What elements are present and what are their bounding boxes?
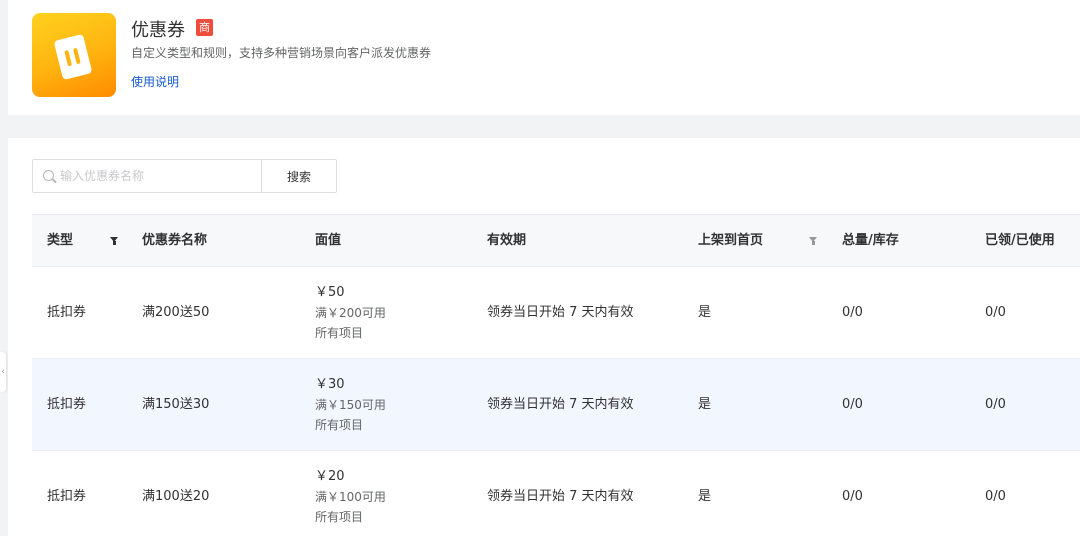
cell-value: ￥30 满￥150可用 所有项目 [315, 375, 386, 435]
coupon-scope: 所有项目 [315, 418, 364, 432]
cell-used: 0/0 [985, 489, 1006, 504]
coupon-scope: 所有项目 [315, 510, 364, 524]
chevron-left-icon[interactable]: ‹ [0, 352, 6, 392]
cell-type: 抵扣券 [47, 397, 87, 412]
cell-name: 满200送50 [142, 305, 210, 320]
cell-used: 0/0 [985, 305, 1006, 320]
ticket-shape [53, 33, 93, 81]
coupon-condition: 满￥100可用 [315, 490, 386, 504]
cell-stock: 0/0 [842, 489, 863, 504]
help-link[interactable]: 使用说明 [131, 73, 179, 90]
coupon-condition: 满￥200可用 [315, 306, 386, 320]
cell-homepage: 是 [698, 305, 712, 320]
cell-value: ￥20 满￥100可用 所有项目 [315, 467, 386, 527]
table-row[interactable]: 抵扣券 满150送30 ￥30 满￥150可用 所有项目 领券当日开始 7 天内… [32, 359, 1080, 451]
column-header-used: 已领/已使用 [985, 233, 1055, 248]
search-icon [43, 170, 54, 181]
cell-validity: 领券当日开始 7 天内有效 [487, 489, 634, 504]
filter-icon[interactable] [110, 237, 119, 245]
cell-value: ￥50 满￥200可用 所有项目 [315, 283, 386, 343]
table-row[interactable]: 抵扣券 满100送20 ￥20 满￥100可用 所有项目 领券当日开始 7 天内… [32, 451, 1080, 536]
column-header-stock: 总量/库存 [842, 233, 899, 248]
cell-name: 满100送20 [142, 489, 210, 504]
cell-type: 抵扣券 [47, 305, 87, 320]
filter-icon[interactable] [809, 237, 818, 245]
coupon-amount: ￥50 [315, 285, 345, 300]
search-input[interactable] [60, 160, 256, 192]
cell-name: 满150送30 [142, 397, 210, 412]
cell-used: 0/0 [985, 397, 1006, 412]
coupon-condition: 满￥150可用 [315, 398, 386, 412]
page-title: 优惠券 [131, 20, 185, 41]
column-header-name: 优惠券名称 [142, 233, 208, 248]
cell-homepage: 是 [698, 397, 712, 412]
coupon-amount: ￥20 [315, 469, 345, 484]
header-card: 优惠券 商 自定义类型和规则，支持多种营销场景向客户派发优惠券 使用说明 [8, 0, 1080, 115]
table-row[interactable]: 抵扣券 满200送50 ￥50 满￥200可用 所有项目 领券当日开始 7 天内… [32, 267, 1080, 359]
column-header-value: 面值 [315, 233, 342, 248]
merchant-badge: 商 [196, 19, 213, 36]
cell-type: 抵扣券 [47, 489, 87, 504]
page-description: 自定义类型和规则，支持多种营销场景向客户派发优惠券 [131, 46, 432, 60]
cell-homepage: 是 [698, 489, 712, 504]
column-header-validity: 有效期 [487, 233, 527, 248]
column-header-type: 类型 [47, 233, 74, 248]
coupon-amount: ￥30 [315, 377, 345, 392]
search-button[interactable]: 搜索 [261, 159, 337, 193]
column-header-homepage: 上架到首页 [698, 233, 764, 248]
cell-validity: 领券当日开始 7 天内有效 [487, 397, 634, 412]
search-box[interactable] [32, 159, 262, 193]
table-header: 类型 优惠券名称 面值 有效期 上架到首页 总量/库存 已领/已使用 [32, 214, 1080, 267]
cell-validity: 领券当日开始 7 天内有效 [487, 305, 634, 320]
coupon-scope: 所有项目 [315, 326, 364, 340]
coupon-list-card: 搜索 类型 优惠券名称 面值 有效期 上架到首页 总量/库存 已领/已使用 抵扣… [8, 138, 1080, 536]
cell-stock: 0/0 [842, 305, 863, 320]
cell-stock: 0/0 [842, 397, 863, 412]
coupon-ticket-icon [32, 13, 116, 97]
coupon-table: 类型 优惠券名称 面值 有效期 上架到首页 总量/库存 已领/已使用 抵扣券 满… [32, 214, 1080, 536]
